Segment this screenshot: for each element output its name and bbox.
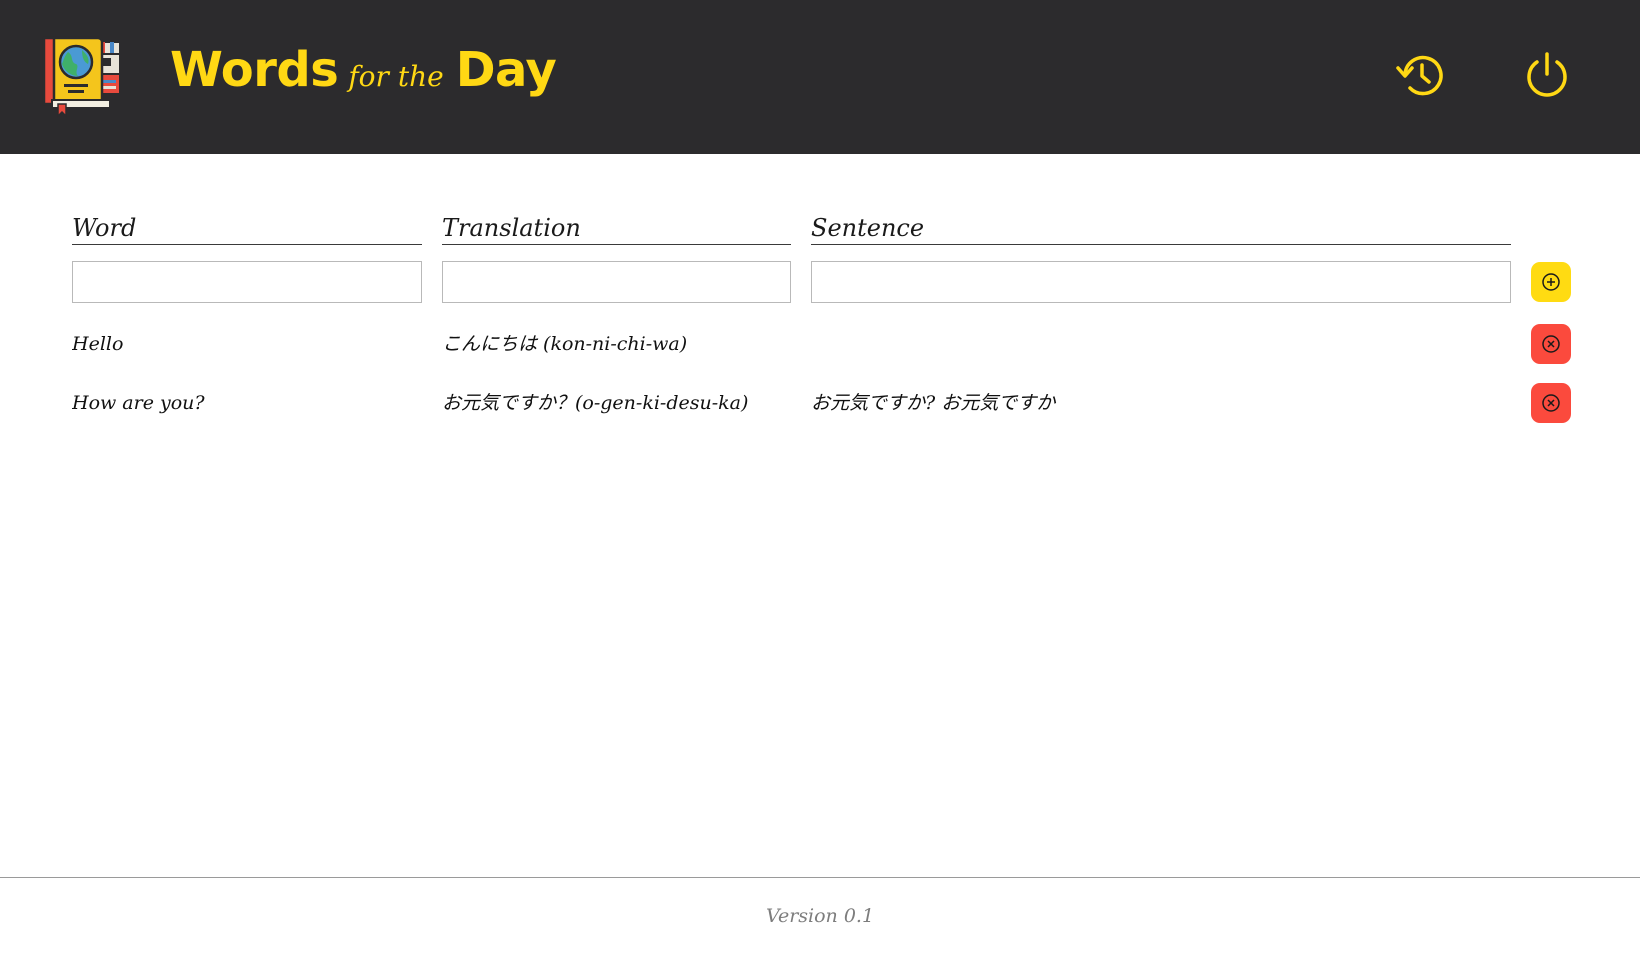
entry-row: Hello こんにちは (kon-ni-chi-wa) xyxy=(0,324,1640,364)
book-globe-logo xyxy=(42,36,121,118)
history-button[interactable] xyxy=(1395,50,1445,100)
logout-button[interactable] xyxy=(1522,50,1572,100)
entry-sentence xyxy=(811,324,1511,364)
translation-input[interactable] xyxy=(442,261,791,303)
entry-translation: こんにちは (kon-ni-chi-wa) xyxy=(442,333,688,355)
add-entry-button[interactable] xyxy=(1531,262,1571,302)
power-icon xyxy=(1527,52,1567,97)
title-for-the: for the xyxy=(348,60,444,93)
x-circle-icon xyxy=(1542,335,1560,353)
x-circle-icon xyxy=(1542,394,1560,412)
column-header-sentence: Sentence xyxy=(811,212,1511,245)
title-day: Day xyxy=(455,42,557,98)
entry-sentence: お元気ですか? お元気ですか xyxy=(811,392,1056,414)
entry-row: How are you? お元気ですか？(o-gen-ki-desu-ka) お… xyxy=(0,383,1640,423)
sentence-input[interactable] xyxy=(811,261,1511,303)
app-title: Words for the Day xyxy=(170,42,557,112)
column-header-translation: Translation xyxy=(442,212,791,245)
entry-word: Hello xyxy=(72,333,124,355)
history-icon xyxy=(1396,55,1443,96)
footer-divider xyxy=(0,877,1640,878)
title-words: Words xyxy=(170,42,339,98)
delete-entry-button[interactable] xyxy=(1531,383,1571,423)
delete-entry-button[interactable] xyxy=(1531,324,1571,364)
word-input[interactable] xyxy=(72,261,422,303)
version-label: Version 0.1 xyxy=(765,905,875,927)
app-header: Words for the Day xyxy=(0,0,1640,154)
column-header-word: Word xyxy=(72,212,422,245)
entry-translation: お元気ですか？(o-gen-ki-desu-ka) xyxy=(442,392,749,414)
plus-circle-icon xyxy=(1542,273,1560,291)
entry-word: How are you? xyxy=(72,392,205,414)
